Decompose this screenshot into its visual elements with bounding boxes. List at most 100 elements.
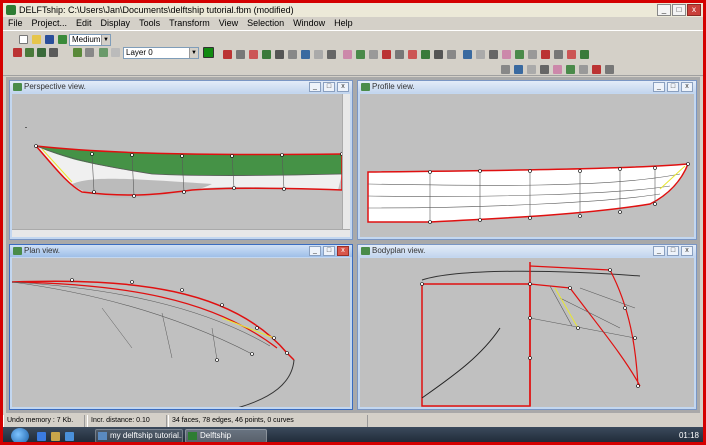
bodyplan-view-window[interactable]: Bodyplan view. _ □ x xyxy=(357,244,697,410)
tool-icon[interactable] xyxy=(527,65,536,74)
tool-icon[interactable] xyxy=(236,50,245,59)
minimize-button[interactable]: _ xyxy=(309,246,321,256)
tool-icon[interactable] xyxy=(262,50,271,59)
close-button[interactable]: x xyxy=(681,246,693,256)
layer-select[interactable]: Layer 0 ▼ xyxy=(123,47,199,59)
tool-icon[interactable] xyxy=(592,65,601,74)
menu-view[interactable]: View xyxy=(219,17,238,30)
maximize-button[interactable]: □ xyxy=(667,82,679,92)
perspective-view-window[interactable]: Perspective view. _ □ x xyxy=(9,80,353,240)
maximize-button[interactable]: □ xyxy=(667,246,679,256)
browser-icon[interactable] xyxy=(65,432,74,441)
tool-icon[interactable] xyxy=(567,50,576,59)
layer-icon[interactable] xyxy=(73,48,82,57)
tool-icon[interactable] xyxy=(463,50,472,59)
open-folder-icon[interactable] xyxy=(32,35,41,44)
layer-color-swatch[interactable] xyxy=(203,47,214,58)
folder-icon[interactable] xyxy=(51,432,60,441)
tool-icon[interactable] xyxy=(501,65,510,74)
maximize-button[interactable]: □ xyxy=(323,82,335,92)
export-icon[interactable] xyxy=(58,35,67,44)
perspective-drawing xyxy=(25,127,344,198)
tool-icon[interactable] xyxy=(249,50,258,59)
tool-icon[interactable] xyxy=(395,50,404,59)
taskbar-item-browser[interactable]: my delftship tutorial... xyxy=(95,429,183,442)
tool-icon[interactable] xyxy=(382,50,391,59)
layer-icon[interactable] xyxy=(111,48,120,57)
menu-selection[interactable]: Selection xyxy=(247,17,284,30)
bodyplan-viewport[interactable] xyxy=(360,258,694,407)
browser-icon[interactable] xyxy=(37,432,46,441)
tool-icon[interactable] xyxy=(502,50,511,59)
layer-icon[interactable] xyxy=(99,48,108,57)
close-button[interactable]: x xyxy=(681,82,693,92)
profile-view-title: Profile view. xyxy=(372,82,415,91)
new-file-icon[interactable] xyxy=(19,35,28,44)
profile-view-window[interactable]: Profile view. _ □ x xyxy=(357,80,697,240)
tool-icon[interactable] xyxy=(434,50,443,59)
tool-icon[interactable] xyxy=(540,65,549,74)
hull-icon[interactable] xyxy=(25,48,34,57)
precision-select[interactable]: Medium ▼ xyxy=(69,34,111,46)
menu-transform[interactable]: Transform xyxy=(169,17,210,30)
plan-viewport[interactable] xyxy=(12,258,350,407)
tool-icon[interactable] xyxy=(327,50,336,59)
profile-viewport[interactable] xyxy=(360,94,694,237)
tool-icon[interactable] xyxy=(580,50,589,59)
tool-icon[interactable] xyxy=(356,50,365,59)
menu-display[interactable]: Display xyxy=(101,17,131,30)
tool-icon[interactable] xyxy=(528,50,537,59)
horizontal-scrollbar[interactable] xyxy=(12,229,350,237)
taskbar-item-delftship[interactable]: Delftship xyxy=(185,429,267,442)
tool-icon[interactable] xyxy=(408,50,417,59)
clock[interactable]: 01:18 xyxy=(679,431,699,440)
view-icon xyxy=(13,247,22,255)
minimize-button[interactable]: _ xyxy=(653,82,665,92)
maximize-button[interactable]: □ xyxy=(323,246,335,256)
tool-icon[interactable] xyxy=(579,65,588,74)
tool-icon[interactable] xyxy=(421,50,430,59)
tool-icon[interactable] xyxy=(314,50,323,59)
hull-icon[interactable] xyxy=(49,48,58,57)
hull-icon[interactable] xyxy=(37,48,46,57)
vertical-scrollbar[interactable] xyxy=(342,94,350,237)
tool-icon[interactable] xyxy=(223,50,232,59)
close-button[interactable]: x xyxy=(687,4,701,16)
menu-window[interactable]: Window xyxy=(293,17,325,30)
menu-edit[interactable]: Edit xyxy=(76,17,92,30)
tool-icon[interactable] xyxy=(566,65,575,74)
tool-icon[interactable] xyxy=(343,50,352,59)
tool-icon[interactable] xyxy=(554,50,563,59)
tool-icon[interactable] xyxy=(275,50,284,59)
menu-help[interactable]: Help xyxy=(334,17,353,30)
tool-icon[interactable] xyxy=(515,50,524,59)
layer-icon[interactable] xyxy=(85,48,94,57)
perspective-viewport[interactable] xyxy=(12,94,350,237)
bodyplan-drawing xyxy=(420,262,641,407)
plan-view-title: Plan view. xyxy=(24,246,61,255)
save-icon[interactable] xyxy=(45,35,54,44)
start-button[interactable] xyxy=(11,428,29,442)
tool-icon[interactable] xyxy=(476,50,485,59)
close-button[interactable]: x xyxy=(337,246,349,256)
maximize-button[interactable]: □ xyxy=(672,4,686,16)
menu-project[interactable]: Project... xyxy=(32,17,68,30)
app-window: DELFTship: C:\Users\Jan\Documents\delfts… xyxy=(0,0,706,445)
tool-icon[interactable] xyxy=(447,50,456,59)
menu-tools[interactable]: Tools xyxy=(139,17,160,30)
tool-icon[interactable] xyxy=(605,65,614,74)
tool-icon[interactable] xyxy=(553,65,562,74)
menu-file[interactable]: File xyxy=(8,17,23,30)
tool-icon[interactable] xyxy=(489,50,498,59)
minimize-button[interactable]: _ xyxy=(657,4,671,16)
minimize-button[interactable]: _ xyxy=(309,82,321,92)
close-button[interactable]: x xyxy=(337,82,349,92)
tool-icon[interactable] xyxy=(541,50,550,59)
hull-icon[interactable] xyxy=(13,48,22,57)
tool-icon[interactable] xyxy=(514,65,523,74)
plan-view-window[interactable]: Plan view. _ □ x xyxy=(9,244,353,410)
tool-icon[interactable] xyxy=(288,50,297,59)
minimize-button[interactable]: _ xyxy=(653,246,665,256)
tool-icon[interactable] xyxy=(369,50,378,59)
tool-icon[interactable] xyxy=(301,50,310,59)
